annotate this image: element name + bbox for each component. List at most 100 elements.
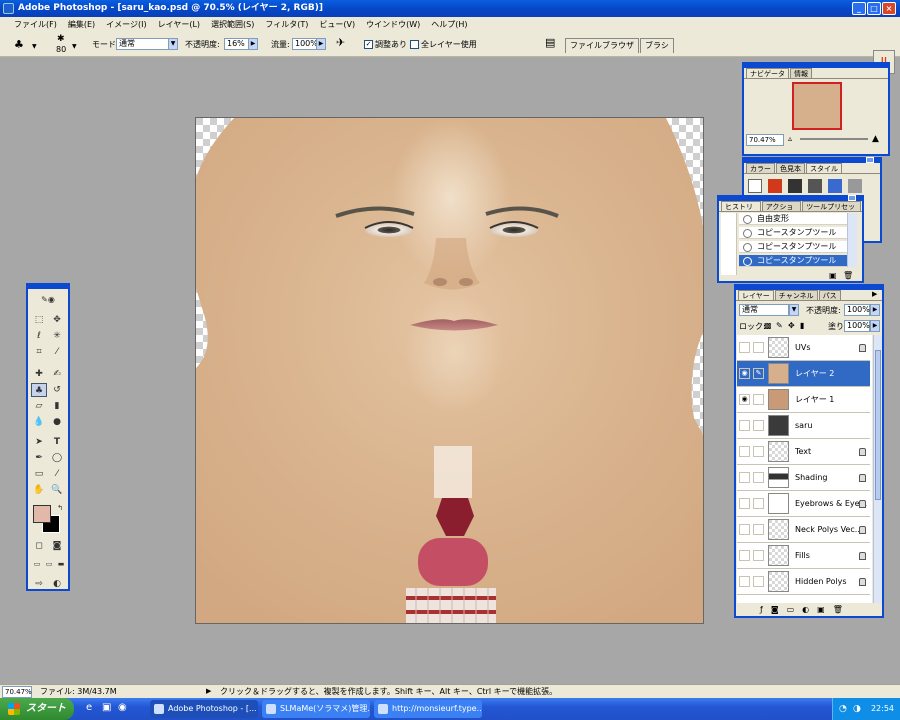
menu-view[interactable]: ビュー(V) [319, 17, 355, 32]
menu-layer[interactable]: レイヤー(L) [158, 17, 200, 32]
taskbar-slmame[interactable]: SLMaMe(ソラマメ)管理... [262, 700, 370, 718]
dodge-tool-icon[interactable]: ● [49, 415, 65, 429]
file-info[interactable]: ファイル: 3M/43.7M [40, 685, 117, 698]
tab-paths[interactable]: パス [818, 290, 841, 300]
opacity-input[interactable]: 16% [224, 38, 250, 50]
jump-to-imageready-icon[interactable]: ⇨ [31, 577, 47, 591]
tab-tool-presets[interactable]: ツールプリセット [802, 201, 861, 221]
layer-row-eyebrows[interactable]: Eyebrows & Eye... [737, 491, 870, 517]
menu-select[interactable]: 選択範囲(S) [211, 17, 254, 32]
navigator-thumbnail[interactable] [792, 82, 842, 130]
all-layers-checkbox[interactable] [410, 40, 419, 49]
mode-dropdown-icon[interactable]: ▼ [168, 38, 178, 50]
blend-mode-select[interactable]: 通常 [739, 304, 789, 316]
tool-preset-dropdown-icon[interactable]: ▼ [32, 41, 37, 52]
eye-icon[interactable]: ◉ [739, 394, 750, 405]
visibility-toggle[interactable] [739, 472, 750, 483]
fill-input[interactable]: 100% [844, 320, 870, 332]
link-toggle[interactable] [753, 472, 764, 483]
delete-layer-icon[interactable]: 🗑 [833, 605, 843, 617]
airbrush-icon[interactable]: ✈ [336, 37, 345, 48]
history-close-icon[interactable] [848, 195, 856, 201]
layer-row-layer-2[interactable]: ◉ ✎ レイヤー 2 [737, 361, 870, 387]
mode-select[interactable]: 通常 [116, 38, 170, 50]
desktop-quicklaunch-icon[interactable]: ▣ [102, 702, 111, 713]
layer-row-layer-1[interactable]: ◉ レイヤー 1 [737, 387, 870, 413]
style-swatch[interactable] [768, 179, 782, 193]
menu-edit[interactable]: 編集(E) [68, 17, 95, 32]
shape-tool-icon[interactable]: ◯ [49, 451, 65, 465]
tab-actions[interactable]: アクション [761, 201, 802, 221]
taskbar-photoshop[interactable]: Adobe Photoshop - [... [150, 700, 258, 718]
link-toggle[interactable] [753, 420, 764, 431]
brush-icon[interactable]: ✎ [753, 368, 764, 379]
color-panel-close-icon[interactable] [866, 157, 874, 163]
tab-info[interactable]: 情報 [790, 68, 812, 78]
style-swatch[interactable] [788, 179, 802, 193]
tab-channels[interactable]: チャンネル [774, 290, 818, 300]
document-canvas[interactable] [195, 117, 704, 624]
type-tool-icon[interactable]: T [49, 435, 65, 449]
layer-row-text[interactable]: Text [737, 439, 870, 465]
history-item[interactable]: コピースタンプツール [739, 227, 857, 239]
menu-window[interactable]: ウインドウ(W) [366, 17, 420, 32]
layer-row-uvs[interactable]: UVs [737, 335, 870, 361]
status-arrow-icon[interactable]: ▶ [206, 685, 211, 698]
screen-mode-full-icon[interactable]: ▬ [53, 557, 69, 571]
visibility-toggle[interactable] [739, 446, 750, 457]
standard-mode-icon[interactable]: ◻ [31, 539, 47, 553]
link-toggle[interactable] [753, 576, 764, 587]
healing-brush-tool-icon[interactable]: ✚ [31, 367, 47, 381]
link-toggle[interactable] [753, 342, 764, 353]
minimize-button[interactable]: _ [852, 2, 866, 15]
adobe-online-icon[interactable]: ✎◉ [30, 293, 66, 307]
menu-image[interactable]: イメージ(I) [106, 17, 146, 32]
notes-tool-icon[interactable]: ▭ [31, 467, 47, 481]
crop-tool-icon[interactable]: ⌗ [31, 345, 47, 359]
adjustment-layer-icon[interactable]: ◐ [802, 605, 809, 617]
visibility-toggle[interactable] [739, 498, 750, 509]
zoom-in-icon[interactable]: ▲ [872, 134, 879, 144]
tab-layers[interactable]: レイヤー [738, 290, 774, 300]
new-layer-icon[interactable]: ▣ [817, 605, 825, 617]
quick-mask-mode-icon[interactable]: ◙ [49, 539, 65, 553]
eraser-tool-icon[interactable]: ▱ [31, 399, 47, 413]
eye-icon[interactable]: ◉ [739, 368, 750, 379]
lock-all-icon[interactable]: ▮ [800, 320, 804, 331]
zoom-slider[interactable] [800, 138, 868, 140]
menu-help[interactable]: ヘルプ(H) [431, 17, 467, 32]
visibility-toggle[interactable] [739, 550, 750, 561]
tab-swatches[interactable]: 色見本 [776, 163, 805, 173]
pen-tool-icon[interactable]: ✒ [31, 451, 47, 465]
tab-color[interactable]: カラー [746, 163, 775, 173]
hand-tool-icon[interactable]: ✋ [31, 483, 47, 497]
path-selection-tool-icon[interactable]: ➤ [31, 435, 47, 449]
tab-file-browser[interactable]: ファイルブラウザ [565, 38, 639, 53]
gradient-tool-icon[interactable]: ▮ [49, 399, 65, 413]
start-button[interactable]: スタート [0, 698, 74, 720]
style-swatch[interactable] [808, 179, 822, 193]
flow-input[interactable]: 100% [292, 38, 318, 50]
link-toggle[interactable] [753, 524, 764, 535]
status-zoom[interactable]: 70.47% [2, 686, 32, 698]
style-swatch[interactable] [848, 179, 862, 193]
swap-colors-icon[interactable]: ↰ [52, 501, 68, 515]
brush-tool-icon[interactable]: ✍ [49, 367, 65, 381]
marquee-tool-icon[interactable]: ⬚ [31, 313, 47, 327]
fill-arrow-icon[interactable]: ▶ [870, 320, 880, 332]
zoom-out-icon[interactable]: ▵ [788, 134, 792, 143]
foreground-color-swatch[interactable] [33, 505, 51, 523]
blur-tool-icon[interactable]: 💧 [31, 415, 47, 429]
magic-wand-tool-icon[interactable]: ✳ [49, 329, 65, 343]
aligned-checkbox[interactable]: ✓ [364, 40, 373, 49]
tray-icon[interactable]: ◑ [853, 698, 861, 720]
ie-quicklaunch-icon[interactable]: e [86, 702, 92, 713]
layer-row-shading[interactable]: Shading [737, 465, 870, 491]
visibility-toggle[interactable] [739, 576, 750, 587]
lock-transparency-icon[interactable]: ▩ [764, 320, 772, 331]
tab-styles[interactable]: スタイル [806, 163, 842, 173]
link-toggle[interactable] [753, 550, 764, 561]
flow-arrow-icon[interactable]: ▶ [316, 38, 326, 50]
clone-stamp-icon[interactable]: ♣ [31, 383, 47, 397]
zoom-tool-icon[interactable]: 🔍 [49, 483, 65, 497]
